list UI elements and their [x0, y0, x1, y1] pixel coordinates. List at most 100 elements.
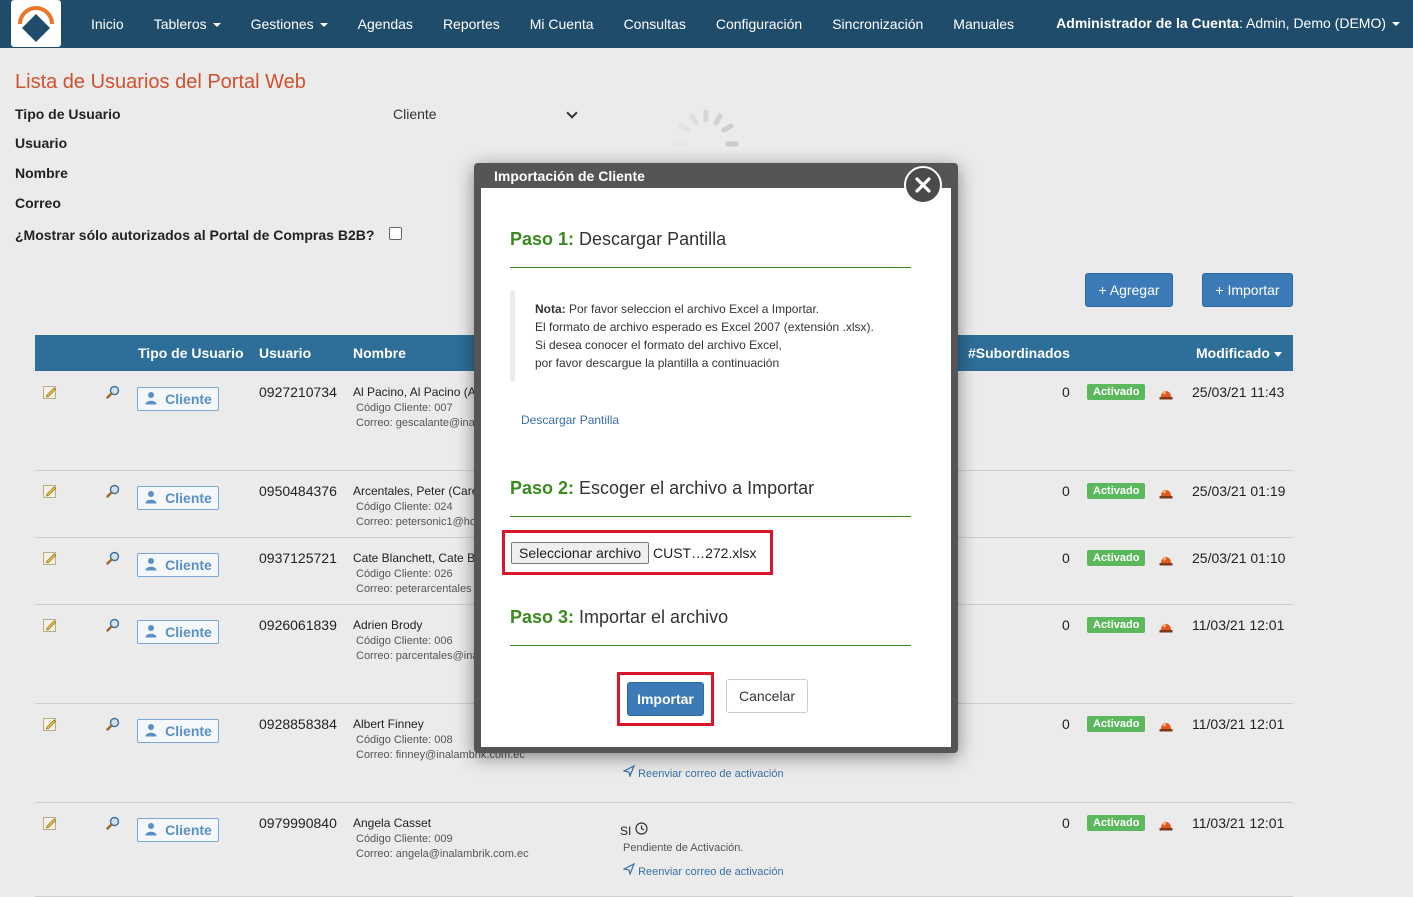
- subordinados-cell: 0: [1062, 384, 1070, 400]
- search-icon[interactable]: [106, 484, 120, 498]
- modificado-cell: 11/03/21 12:01: [1192, 617, 1285, 633]
- correo-cliente: Correo: parcentales@ina: [356, 650, 479, 662]
- nav-item-tableros[interactable]: Tableros: [139, 16, 236, 32]
- column-header-usuario[interactable]: Usuario: [259, 345, 311, 361]
- tipo-usuario-label: Cliente: [165, 822, 212, 838]
- column-header-tipo[interactable]: Tipo de Usuario: [138, 345, 244, 361]
- nav-item-reportes[interactable]: Reportes: [428, 16, 515, 32]
- step-1-heading: Paso 1: Descargar Pantilla: [510, 229, 726, 250]
- pending-activation-text: Pendiente de Activación.: [623, 842, 744, 854]
- step-2-text: Escoger el archivo a Importar: [574, 478, 815, 498]
- import-note: Nota: Por favor seleccion el archivo Exc…: [510, 291, 911, 381]
- subordinados-cell: 0: [1062, 716, 1070, 732]
- status-badge: Activado: [1087, 483, 1146, 499]
- correo-cliente: Correo: gescalante@ina: [356, 417, 475, 429]
- nav-item-label: Mi Cuenta: [529, 16, 594, 32]
- send-icon: [622, 764, 636, 780]
- step-2-divider: [510, 516, 911, 517]
- alarm-icon: [1159, 617, 1173, 633]
- column-header-nombre[interactable]: Nombre: [353, 345, 406, 361]
- modal-close-button[interactable]: [904, 166, 942, 204]
- edit-icon[interactable]: [43, 618, 57, 632]
- search-icon[interactable]: [106, 551, 120, 565]
- status-badge: Activado: [1087, 815, 1146, 831]
- nav-item-agendas[interactable]: Agendas: [343, 16, 428, 32]
- nombre-cell: Arcentales, Peter (Care: [353, 484, 479, 498]
- nav-item-label: Sincronización: [832, 16, 924, 32]
- step-3-text: Importar el archivo: [574, 607, 729, 627]
- close-icon: [915, 177, 931, 193]
- nav-item-configuracion[interactable]: Configuración: [701, 16, 817, 32]
- edit-icon[interactable]: [43, 551, 57, 565]
- activation-state: SI: [620, 822, 648, 838]
- nombre-label: Nombre: [15, 165, 68, 181]
- nav-item-label: Agendas: [357, 16, 413, 32]
- codigo-cliente: Código Cliente: 026: [356, 568, 453, 580]
- send-icon: [622, 862, 636, 878]
- table-row: Cliente 0979990840 Angela Casset Código Cli…: [35, 803, 1293, 897]
- nav-item-sincronizacion[interactable]: Sincronización: [817, 16, 938, 32]
- app-logo[interactable]: [11, 0, 61, 47]
- nav-item-consultas[interactable]: Consultas: [609, 16, 701, 32]
- note-line-3: Si desea conocer el formato del archivo …: [535, 338, 782, 352]
- nav-item-gestiones[interactable]: Gestiones: [236, 16, 343, 32]
- tipo-usuario-button[interactable]: Cliente: [137, 818, 219, 842]
- edit-icon[interactable]: [43, 816, 57, 830]
- tipo-usuario-button[interactable]: Cliente: [137, 486, 219, 510]
- account-menu[interactable]: Administrador de la Cuenta: Admin, Demo …: [1056, 15, 1400, 31]
- modal-body: Paso 1: Descargar Pantilla Nota: Por fav…: [481, 188, 951, 747]
- resend-activation-link[interactable]: Reenviar correo de activación: [622, 764, 784, 780]
- tipo-usuario-label: Cliente: [165, 490, 212, 506]
- correo-cliente: Correo: angela@inalambrik.com.ec: [356, 848, 529, 860]
- resend-activation-link[interactable]: Reenviar correo de activación: [622, 862, 784, 878]
- codigo-cliente: Código Cliente: 009: [356, 833, 453, 845]
- nav-item-label: Configuración: [715, 16, 803, 32]
- status-badge: Activado: [1087, 716, 1146, 732]
- edit-icon[interactable]: [43, 484, 57, 498]
- nombre-cell: Adrien Brody: [353, 618, 423, 632]
- nav-item-manuales[interactable]: Manuales: [938, 16, 1029, 32]
- correo-label: Correo: [15, 195, 61, 211]
- column-header-subordinados[interactable]: #Subordinados: [968, 345, 1070, 361]
- resend-activation-label: Reenviar correo de activación: [638, 768, 784, 780]
- subordinados-cell: 0: [1062, 617, 1070, 633]
- search-icon[interactable]: [106, 717, 120, 731]
- usuario-cell: 0979990840: [259, 815, 337, 831]
- tipo-usuario-select[interactable]: Cliente: [393, 106, 437, 122]
- modal-import-button[interactable]: Importar: [627, 682, 704, 716]
- edit-icon[interactable]: [43, 385, 57, 399]
- step-1-text: Descargar Pantilla: [574, 229, 727, 249]
- tipo-usuario-button[interactable]: Cliente: [137, 387, 219, 411]
- b2b-filter-label: ¿Mostrar sólo autorizados al Portal de C…: [15, 227, 375, 243]
- modificado-cell: 25/03/21 01:19: [1192, 483, 1286, 499]
- top-navbar: Inicio Tableros Gestiones Agendas Reportes Mi…: [0, 0, 1413, 48]
- column-header-modificado[interactable]: Modificado: [1196, 345, 1282, 361]
- nav-item-inicio[interactable]: Inicio: [76, 16, 139, 32]
- nombre-cell: Angela Casset: [353, 816, 432, 830]
- edit-icon[interactable]: [43, 717, 57, 731]
- nav-item-mi-cuenta[interactable]: Mi Cuenta: [515, 16, 609, 32]
- usuario-cell: 0927210734: [259, 384, 337, 400]
- choose-file-button[interactable]: Seleccionar archivo: [511, 542, 650, 564]
- tipo-usuario-button[interactable]: Cliente: [137, 553, 219, 577]
- selected-file-name: CUST…272.xlsx: [653, 545, 757, 561]
- user-icon: [144, 391, 158, 408]
- note-label: Nota:: [535, 302, 566, 316]
- search-icon[interactable]: [106, 618, 120, 632]
- usuario-cell: 0937125721: [259, 550, 337, 566]
- search-icon[interactable]: [106, 816, 120, 830]
- codigo-cliente: Código Cliente: 007: [356, 402, 453, 414]
- import-button-highlight: Importar: [617, 672, 714, 726]
- b2b-checkbox[interactable]: [389, 227, 402, 240]
- download-template-link[interactable]: Descargar Pantilla: [521, 413, 619, 427]
- nav-item-label: Inicio: [91, 16, 124, 32]
- modal-title: Importación de Cliente: [494, 168, 645, 184]
- status-badge: Activado: [1087, 550, 1146, 566]
- add-button[interactable]: + Agregar: [1085, 273, 1173, 307]
- modal-cancel-button[interactable]: Cancelar: [726, 679, 808, 713]
- correo-cliente: Correo: peterarcentales: [356, 583, 472, 595]
- search-icon[interactable]: [106, 385, 120, 399]
- tipo-usuario-button[interactable]: Cliente: [137, 719, 219, 743]
- tipo-usuario-button[interactable]: Cliente: [137, 620, 219, 644]
- import-button[interactable]: + Importar: [1202, 273, 1293, 307]
